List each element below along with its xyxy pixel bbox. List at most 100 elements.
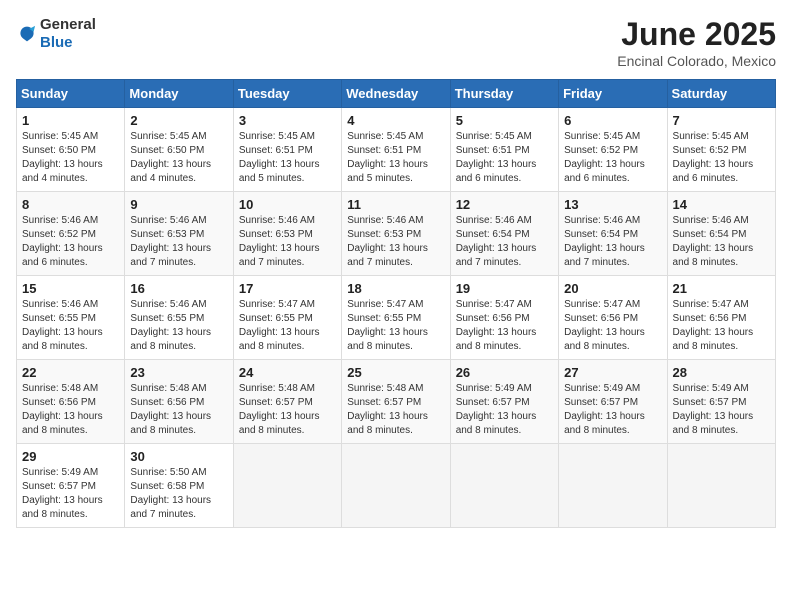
day-number: 25 — [347, 365, 444, 380]
calendar-week-4: 22 Sunrise: 5:48 AMSunset: 6:56 PMDayligh… — [17, 360, 776, 444]
calendar-week-1: 1 Sunrise: 5:45 AMSunset: 6:50 PMDaylight… — [17, 108, 776, 192]
day-number: 13 — [564, 197, 661, 212]
calendar-cell: 20 Sunrise: 5:47 AMSunset: 6:56 PMDayligh… — [559, 276, 667, 360]
day-number: 27 — [564, 365, 661, 380]
day-info: Sunrise: 5:48 AMSunset: 6:56 PMDaylight:… — [130, 382, 227, 438]
calendar-cell: 5 Sunrise: 5:45 AMSunset: 6:51 PMDaylight… — [450, 108, 558, 192]
day-info: Sunrise: 5:45 AMSunset: 6:50 PMDaylight:… — [130, 130, 227, 186]
day-info: Sunrise: 5:45 AMSunset: 6:52 PMDaylight:… — [673, 130, 770, 186]
calendar-cell: 9 Sunrise: 5:46 AMSunset: 6:53 PMDaylight… — [125, 192, 233, 276]
calendar-cell: 10 Sunrise: 5:46 AMSunset: 6:53 PMDayligh… — [233, 192, 341, 276]
calendar-week-5: 29Sunrise: 5:49 AMSunset: 6:57 PMDayligh… — [17, 444, 776, 528]
calendar-week-3: 15 Sunrise: 5:46 AMSunset: 6:55 PMDayligh… — [17, 276, 776, 360]
calendar-cell: 3 Sunrise: 5:45 AMSunset: 6:51 PMDaylight… — [233, 108, 341, 192]
day-header-tuesday: Tuesday — [233, 80, 341, 108]
calendar-cell: 19 Sunrise: 5:47 AMSunset: 6:56 PMDayligh… — [450, 276, 558, 360]
day-info: Sunrise: 5:47 AMSunset: 6:56 PMDaylight:… — [564, 298, 661, 354]
calendar-cell — [559, 444, 667, 528]
day-info: Sunrise: 5:45 AMSunset: 6:52 PMDaylight:… — [564, 130, 661, 186]
calendar-cell: 23 Sunrise: 5:48 AMSunset: 6:56 PMDayligh… — [125, 360, 233, 444]
day-info: Sunrise: 5:46 AMSunset: 6:55 PMDaylight:… — [22, 298, 119, 354]
day-number: 16 — [130, 281, 227, 296]
day-number: 14 — [673, 197, 770, 212]
day-number: 20 — [564, 281, 661, 296]
calendar-cell: 4Sunrise: 5:45 AMSunset: 6:51 PMDaylight… — [342, 108, 450, 192]
day-number: 7 — [673, 113, 770, 128]
day-info: Sunrise: 5:46 AMSunset: 6:53 PMDaylight:… — [347, 214, 444, 270]
calendar-cell: 14 Sunrise: 5:46 AMSunset: 6:54 PMDayligh… — [667, 192, 775, 276]
day-info: Sunrise: 5:50 AMSunset: 6:58 PMDaylight:… — [130, 466, 227, 522]
day-header-friday: Friday — [559, 80, 667, 108]
calendar-cell: 27 Sunrise: 5:49 AMSunset: 6:57 PMDayligh… — [559, 360, 667, 444]
day-header-thursday: Thursday — [450, 80, 558, 108]
day-info: Sunrise: 5:45 AMSunset: 6:50 PMDaylight:… — [22, 130, 119, 186]
day-number: 22 — [22, 365, 119, 380]
day-info: Sunrise: 5:46 AMSunset: 6:53 PMDaylight:… — [130, 214, 227, 270]
calendar-cell: 24 Sunrise: 5:48 AMSunset: 6:57 PMDayligh… — [233, 360, 341, 444]
calendar-cell: 1 Sunrise: 5:45 AMSunset: 6:50 PMDaylight… — [17, 108, 125, 192]
page-header: General Blue June 2025 Encinal Colorado,… — [16, 16, 776, 69]
day-info: Sunrise: 5:46 AMSunset: 6:55 PMDaylight:… — [130, 298, 227, 354]
day-info: Sunrise: 5:45 AMSunset: 6:51 PMDaylight:… — [239, 130, 336, 186]
day-number: 8 — [22, 197, 119, 212]
day-info: Sunrise: 5:48 AMSunset: 6:57 PMDaylight:… — [239, 382, 336, 438]
calendar-cell: 29Sunrise: 5:49 AMSunset: 6:57 PMDayligh… — [17, 444, 125, 528]
day-info: Sunrise: 5:47 AMSunset: 6:55 PMDaylight:… — [239, 298, 336, 354]
calendar-cell: 8 Sunrise: 5:46 AMSunset: 6:52 PMDaylight… — [17, 192, 125, 276]
day-info: Sunrise: 5:45 AMSunset: 6:51 PMDaylight:… — [347, 130, 444, 186]
calendar-cell — [667, 444, 775, 528]
calendar: SundayMondayTuesdayWednesdayThursdayFrid… — [16, 79, 776, 528]
day-number: 18 — [347, 281, 444, 296]
day-info: Sunrise: 5:46 AMSunset: 6:52 PMDaylight:… — [22, 214, 119, 270]
logo-text-block: General Blue — [40, 16, 96, 52]
calendar-cell — [233, 444, 341, 528]
day-number: 9 — [130, 197, 227, 212]
logo: General Blue — [16, 16, 96, 52]
day-info: Sunrise: 5:49 AMSunset: 6:57 PMDaylight:… — [564, 382, 661, 438]
calendar-cell: 25Sunrise: 5:48 AMSunset: 6:57 PMDayligh… — [342, 360, 450, 444]
day-header-wednesday: Wednesday — [342, 80, 450, 108]
day-number: 19 — [456, 281, 553, 296]
calendar-cell: 26Sunrise: 5:49 AMSunset: 6:57 PMDayligh… — [450, 360, 558, 444]
day-header-saturday: Saturday — [667, 80, 775, 108]
day-number: 11 — [347, 197, 444, 212]
calendar-cell: 13 Sunrise: 5:46 AMSunset: 6:54 PMDayligh… — [559, 192, 667, 276]
day-number: 24 — [239, 365, 336, 380]
day-number: 5 — [456, 113, 553, 128]
title-block: June 2025 Encinal Colorado, Mexico — [617, 16, 776, 69]
calendar-cell: 11 Sunrise: 5:46 AMSunset: 6:53 PMDayligh… — [342, 192, 450, 276]
day-info: Sunrise: 5:46 AMSunset: 6:54 PMDaylight:… — [564, 214, 661, 270]
day-number: 26 — [456, 365, 553, 380]
day-number: 1 — [22, 113, 119, 128]
calendar-cell: 18Sunrise: 5:47 AMSunset: 6:55 PMDayligh… — [342, 276, 450, 360]
day-number: 21 — [673, 281, 770, 296]
location: Encinal Colorado, Mexico — [617, 53, 776, 69]
day-header-monday: Monday — [125, 80, 233, 108]
calendar-cell — [450, 444, 558, 528]
day-number: 2 — [130, 113, 227, 128]
day-number: 10 — [239, 197, 336, 212]
calendar-cell — [342, 444, 450, 528]
calendar-cell: 21 Sunrise: 5:47 AMSunset: 6:56 PMDayligh… — [667, 276, 775, 360]
calendar-cell: 2 Sunrise: 5:45 AMSunset: 6:50 PMDaylight… — [125, 108, 233, 192]
calendar-cell: 7 Sunrise: 5:45 AMSunset: 6:52 PMDaylight… — [667, 108, 775, 192]
month-title: June 2025 — [617, 16, 776, 53]
day-info: Sunrise: 5:45 AMSunset: 6:51 PMDaylight:… — [456, 130, 553, 186]
day-info: Sunrise: 5:46 AMSunset: 6:54 PMDaylight:… — [673, 214, 770, 270]
day-info: Sunrise: 5:46 AMSunset: 6:53 PMDaylight:… — [239, 214, 336, 270]
day-header-sunday: Sunday — [17, 80, 125, 108]
day-number: 29 — [22, 449, 119, 464]
day-number: 12 — [456, 197, 553, 212]
day-info: Sunrise: 5:47 AMSunset: 6:56 PMDaylight:… — [456, 298, 553, 354]
day-number: 3 — [239, 113, 336, 128]
day-number: 23 — [130, 365, 227, 380]
calendar-week-2: 8 Sunrise: 5:46 AMSunset: 6:52 PMDaylight… — [17, 192, 776, 276]
logo-icon — [16, 23, 38, 45]
calendar-cell: 6 Sunrise: 5:45 AMSunset: 6:52 PMDaylight… — [559, 108, 667, 192]
day-number: 15 — [22, 281, 119, 296]
calendar-cell: 30Sunrise: 5:50 AMSunset: 6:58 PMDayligh… — [125, 444, 233, 528]
calendar-header-row: SundayMondayTuesdayWednesdayThursdayFrid… — [17, 80, 776, 108]
day-info: Sunrise: 5:49 AMSunset: 6:57 PMDaylight:… — [673, 382, 770, 438]
day-number: 6 — [564, 113, 661, 128]
day-info: Sunrise: 5:47 AMSunset: 6:56 PMDaylight:… — [673, 298, 770, 354]
